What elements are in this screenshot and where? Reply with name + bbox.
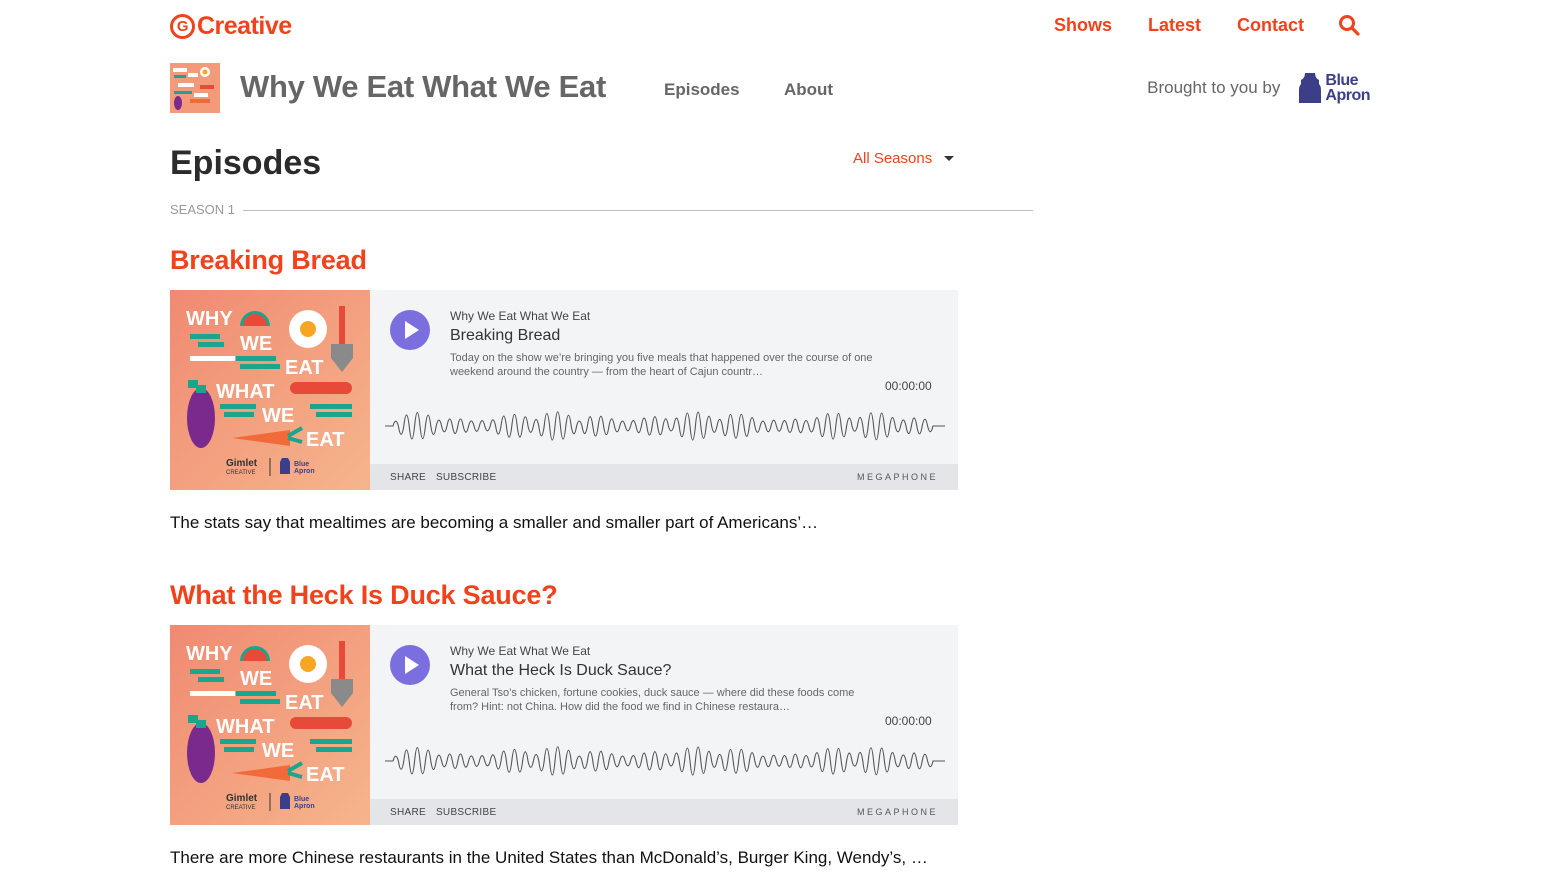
episode-summary: The stats say that mealtimes are becomin… <box>170 513 819 532</box>
show-nav-episodes[interactable]: Episodes <box>664 80 740 100</box>
svg-text:EAT: EAT <box>285 357 324 379</box>
player-time: 00:00:00 <box>885 379 932 393</box>
apron-icon <box>1299 73 1322 103</box>
season-filter-label: All Seasons <box>853 150 933 167</box>
page-title: Episodes <box>170 144 322 182</box>
svg-text:CREATIVE: CREATIVE <box>226 470 256 476</box>
site-logo-text: Creative <box>197 12 292 40</box>
svg-text:WHAT: WHAT <box>216 381 275 403</box>
episode-artwork: WHY WE EAT WHAT WE EAT Gimlet CREATIVE B… <box>170 290 370 490</box>
svg-text:WHY: WHY <box>186 308 233 330</box>
site-logo[interactable]: G Creative <box>170 12 292 41</box>
sponsor-name-line2: Apron <box>1325 87 1370 104</box>
share-button[interactable]: SHARE <box>390 807 426 818</box>
episode-title[interactable]: What the Heck Is Duck Sauce? <box>170 580 970 611</box>
waveform[interactable] <box>385 398 945 454</box>
show-thumbnail[interactable] <box>170 63 220 113</box>
subscribe-button[interactable]: SUBSCRIBE <box>436 807 497 818</box>
waveform[interactable] <box>385 733 945 789</box>
player-footer: SHARE SUBSCRIBE MEGAPHONE <box>370 799 958 825</box>
gimlet-logo-icon: G <box>170 14 195 39</box>
nav-latest-link[interactable]: Latest <box>1148 15 1201 36</box>
svg-text:EAT: EAT <box>306 429 345 451</box>
svg-text:EAT: EAT <box>285 692 324 714</box>
svg-text:WHAT: WHAT <box>216 716 275 738</box>
episode-artwork: WHY WE EAT WHAT WE EAT Gimlet CREATIVE B… <box>170 625 370 825</box>
sponsor-prefix: Brought to you by <box>1147 78 1281 97</box>
svg-text:Blue: Blue <box>294 461 309 468</box>
megaphone-logo[interactable]: MEGAPHONE <box>857 472 938 482</box>
audio-player: WHY WE EAT WHAT WE EAT Gimlet CREATIVE B… <box>170 625 958 825</box>
player-description: Today on the show we’re bringing you fiv… <box>450 352 873 378</box>
season-divider: SEASON 1 <box>170 202 1033 217</box>
episode-summary: There are more Chinese restaurants in th… <box>170 848 928 867</box>
divider-line <box>243 210 1033 211</box>
svg-text:Apron: Apron <box>294 803 315 810</box>
show-title[interactable]: Why We Eat What We Eat <box>240 69 606 105</box>
play-button[interactable] <box>390 310 430 350</box>
svg-text:WE: WE <box>240 668 272 690</box>
svg-text:WE: WE <box>240 333 272 355</box>
svg-text:CREATIVE: CREATIVE <box>226 805 256 811</box>
svg-text:EAT: EAT <box>306 764 345 786</box>
svg-text:WHY: WHY <box>186 643 233 665</box>
player-time: 00:00:00 <box>885 714 932 728</box>
player-show-name: Why We Eat What We Eat <box>450 309 591 323</box>
svg-text:Gimlet: Gimlet <box>226 458 258 469</box>
svg-text:Apron: Apron <box>294 468 315 475</box>
megaphone-logo[interactable]: MEGAPHONE <box>857 807 938 817</box>
episode-item: Breaking Bread WHY WE EAT WHAT WE EAT Gi… <box>170 245 970 532</box>
share-button[interactable]: SHARE <box>390 472 426 483</box>
player-episode-title: Breaking Bread <box>450 327 561 344</box>
top-navigation-bar: G Creative Shows Latest Contact <box>170 10 1360 44</box>
player-show-name: Why We Eat What We Eat <box>450 644 591 658</box>
player-description: General Tso’s chicken, fortune cookies, … <box>450 687 855 713</box>
season-label: SEASON 1 <box>170 202 236 217</box>
player-footer: SHARE SUBSCRIBE MEGAPHONE <box>370 464 958 490</box>
episode-item: What the Heck Is Duck Sauce? WHY WE EAT … <box>170 580 970 867</box>
svg-text:Gimlet: Gimlet <box>226 793 258 804</box>
subscribe-button[interactable]: SUBSCRIBE <box>436 472 497 483</box>
search-icon[interactable] <box>1338 14 1360 36</box>
nav-contact-link[interactable]: Contact <box>1237 15 1304 36</box>
season-filter-dropdown[interactable]: All Seasons <box>853 150 955 167</box>
sponsor-block: Brought to you by Blue Apron <box>1147 72 1370 104</box>
audio-player: WHY WE EAT WHAT WE EAT Gimlet CREATIVE B… <box>170 290 958 490</box>
episode-title[interactable]: Breaking Bread <box>170 245 970 276</box>
main-nav: Shows Latest Contact <box>1018 14 1360 36</box>
show-header: Why We Eat What We Eat Episodes About Br… <box>170 63 1370 115</box>
svg-text:WE: WE <box>262 405 294 427</box>
caret-down-icon <box>944 156 955 161</box>
svg-text:Blue: Blue <box>294 796 309 803</box>
nav-shows-link[interactable]: Shows <box>1054 15 1112 36</box>
play-button[interactable] <box>390 645 430 685</box>
player-episode-title: What the Heck Is Duck Sauce? <box>450 662 672 679</box>
svg-text:WE: WE <box>262 740 294 762</box>
show-nav-about[interactable]: About <box>784 80 833 100</box>
blue-apron-logo[interactable]: Blue Apron <box>1298 72 1370 104</box>
